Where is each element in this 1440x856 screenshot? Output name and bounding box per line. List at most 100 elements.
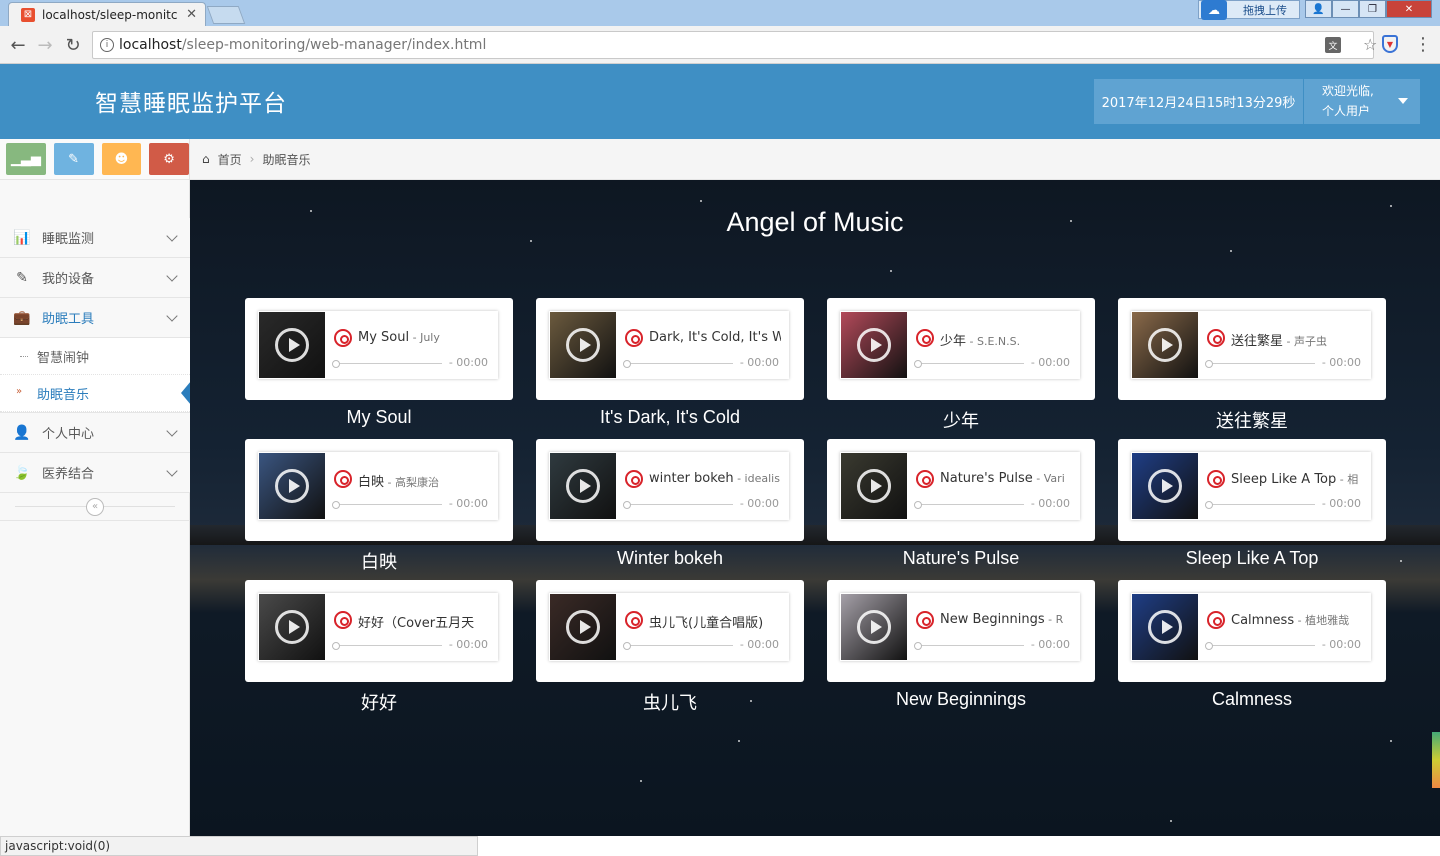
- shortcut-cogs-button[interactable]: ⚙: [149, 143, 189, 175]
- progress-bar[interactable]: [914, 360, 1024, 368]
- profile-icon[interactable]: 👤: [1305, 0, 1332, 18]
- play-icon[interactable]: [566, 610, 600, 644]
- album-cover[interactable]: [550, 453, 616, 519]
- sidebar-item-my-devices[interactable]: ✎ 我的设备: [0, 258, 190, 298]
- netease-music-icon[interactable]: [916, 611, 934, 629]
- sidebar-item-medical-care[interactable]: 🍃 医养结合: [0, 453, 190, 493]
- play-icon[interactable]: [566, 469, 600, 503]
- progress-bar[interactable]: [1205, 360, 1315, 368]
- shortcut-pencil-button[interactable]: ✎: [53, 143, 94, 175]
- album-cover[interactable]: [259, 594, 325, 660]
- netease-music-icon[interactable]: [625, 611, 643, 629]
- song-info: Calmness - 植地雅哉: [1231, 612, 1363, 628]
- album-cover[interactable]: [1132, 594, 1198, 660]
- album-cover[interactable]: [259, 312, 325, 378]
- pencil-icon: ✎: [68, 151, 80, 167]
- album-cover[interactable]: [1132, 453, 1198, 519]
- music-player: 少年 - S.E.N.S. - 00:00: [840, 311, 1080, 379]
- tab-close-icon[interactable]: ✕: [186, 7, 197, 22]
- progress-bar[interactable]: [623, 501, 733, 509]
- netease-music-icon[interactable]: [916, 329, 934, 347]
- breadcrumb-home-link[interactable]: 首页: [218, 151, 242, 168]
- background-star: [530, 240, 532, 242]
- bookmark-star-icon[interactable]: ☆: [1363, 35, 1377, 54]
- minimize-button[interactable]: —: [1332, 0, 1359, 18]
- music-player: 好好（Cover五月天 - 00:00: [258, 593, 498, 661]
- forward-arrow-icon[interactable]: →: [33, 33, 57, 57]
- play-icon[interactable]: [857, 328, 891, 362]
- album-cover[interactable]: [841, 453, 907, 519]
- album-cover[interactable]: [841, 594, 907, 660]
- music-card-caption: Sleep Like A Top: [1185, 548, 1319, 568]
- url-field[interactable]: i localhost/sleep-monitoring/web-manager…: [92, 31, 1377, 59]
- album-cover[interactable]: [841, 312, 907, 378]
- progress-bar[interactable]: [1205, 642, 1315, 650]
- play-icon[interactable]: [1148, 328, 1182, 362]
- sidebar-item-sleep-tools[interactable]: 💼 助眠工具: [0, 298, 190, 338]
- play-icon[interactable]: [275, 610, 309, 644]
- sidebar-subitem-smart-alarm[interactable]: 智慧闹钟: [0, 338, 190, 375]
- netease-music-icon[interactable]: [625, 329, 643, 347]
- window-close-button[interactable]: ✕: [1386, 0, 1432, 18]
- music-player: Sleep Like A Top - 相 - 00:00: [1131, 452, 1371, 520]
- netease-music-icon[interactable]: [1207, 470, 1225, 488]
- new-tab-button[interactable]: [206, 6, 246, 24]
- song-title: 虫儿飞(儿童合唱版): [649, 616, 764, 631]
- play-icon[interactable]: [275, 469, 309, 503]
- sidebar-item-personal-center[interactable]: 👤 个人中心: [0, 413, 190, 453]
- shortcut-signal-button[interactable]: ▁▃▅: [6, 143, 46, 175]
- progress-bar[interactable]: [623, 642, 733, 650]
- play-icon[interactable]: [566, 328, 600, 362]
- netease-music-icon[interactable]: [625, 470, 643, 488]
- progress-bar[interactable]: [914, 642, 1024, 650]
- sidebar-item-sleep-monitor[interactable]: 📊 睡眠监测: [0, 218, 190, 258]
- play-icon[interactable]: [1148, 469, 1182, 503]
- play-icon[interactable]: [857, 469, 891, 503]
- music-player: New Beginnings - R - 00:00: [840, 593, 1080, 661]
- song-title: winter bokeh: [649, 471, 734, 486]
- progress-bar[interactable]: [914, 501, 1024, 509]
- browser-tab[interactable]: ⊠ localhost/sleep-monitc ✕: [8, 2, 206, 26]
- netease-music-icon[interactable]: [1207, 329, 1225, 347]
- translate-icon[interactable]: 文: [1325, 37, 1341, 53]
- song-title: New Beginnings: [940, 612, 1045, 627]
- album-cover[interactable]: [550, 312, 616, 378]
- maximize-button[interactable]: ❐: [1359, 0, 1386, 18]
- user-name: 个人用户: [1322, 104, 1371, 118]
- song-title: Nature's Pulse: [940, 471, 1033, 486]
- browser-menu-icon[interactable]: ⋮: [1414, 34, 1432, 55]
- song-time: - 00:00: [1030, 356, 1070, 369]
- collapse-sidebar-icon[interactable]: «: [86, 497, 104, 516]
- album-cover[interactable]: [550, 594, 616, 660]
- progress-bar[interactable]: [332, 360, 442, 368]
- background-star: [1170, 820, 1172, 822]
- play-icon[interactable]: [1148, 610, 1182, 644]
- netease-music-icon[interactable]: [1207, 611, 1225, 629]
- shortcut-users-button[interactable]: ☻: [101, 143, 142, 175]
- music-card-caption: Nature's Pulse: [902, 548, 1020, 568]
- progress-bar[interactable]: [332, 501, 442, 509]
- netease-music-icon[interactable]: [334, 611, 352, 629]
- play-icon[interactable]: [857, 610, 891, 644]
- reload-icon[interactable]: ↻: [61, 33, 85, 57]
- netease-music-icon[interactable]: [334, 329, 352, 347]
- song-title: 白映: [358, 475, 385, 490]
- breadcrumb-current: 助眠音乐: [262, 152, 311, 167]
- sidebar-subitem-sleep-music[interactable]: » 助眠音乐: [0, 375, 191, 412]
- background-star: [1390, 740, 1392, 742]
- music-player: 送往繁星 - 声子虫 - 00:00: [1131, 311, 1371, 379]
- play-icon[interactable]: [275, 328, 309, 362]
- album-cover[interactable]: [1132, 312, 1198, 378]
- netease-music-icon[interactable]: [916, 470, 934, 488]
- album-cover[interactable]: [259, 453, 325, 519]
- netease-music-icon[interactable]: [334, 470, 352, 488]
- chevron-down-icon: [166, 425, 178, 437]
- info-icon[interactable]: i: [100, 38, 114, 52]
- progress-bar[interactable]: [332, 642, 442, 650]
- user-menu[interactable]: 欢迎光临, 个人用户: [1304, 79, 1420, 124]
- upload-extension-button[interactable]: ☁ 拖拽上传: [1198, 0, 1300, 20]
- back-arrow-icon[interactable]: ←: [6, 33, 30, 57]
- shield-extension-icon[interactable]: ▼: [1382, 35, 1398, 53]
- progress-bar[interactable]: [623, 360, 733, 368]
- progress-bar[interactable]: [1205, 501, 1315, 509]
